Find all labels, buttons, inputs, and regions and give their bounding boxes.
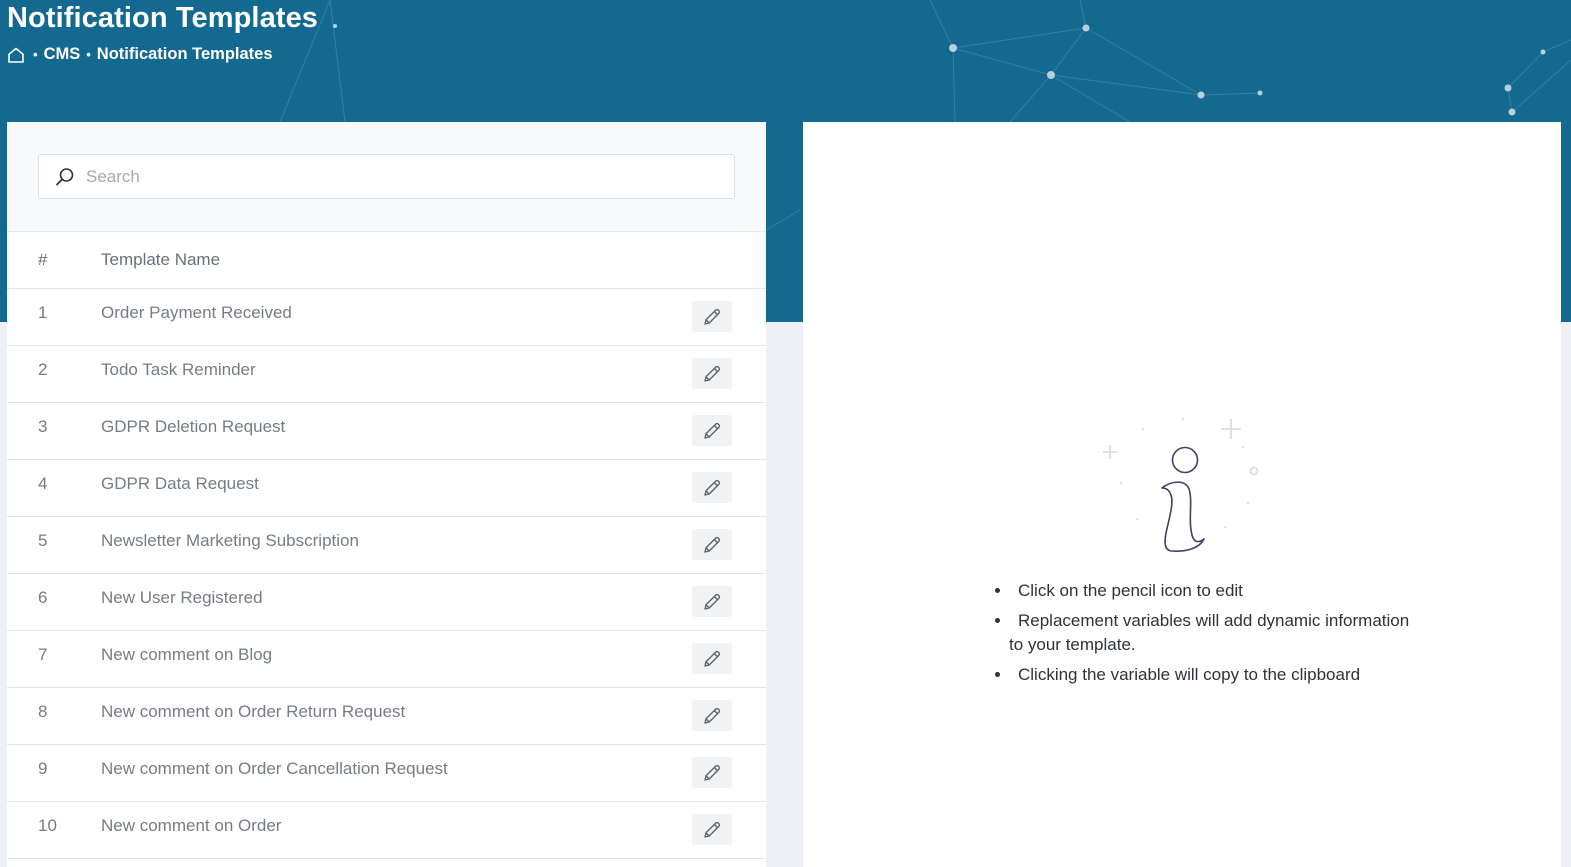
pencil-icon [702,649,722,669]
pencil-icon [702,763,722,783]
row-number: 6 [38,588,48,607]
search-input[interactable] [86,166,706,187]
row-number: 1 [38,303,48,322]
breadcrumb-item-notification-templates: Notification Templates [96,45,273,63]
table-row: 3 GDPR Deletion Request [7,403,766,460]
row-number: 3 [38,417,48,436]
row-number: 2 [38,360,48,379]
breadcrumb-separator: • [86,47,91,62]
table-row: 6 New User Registered [7,574,766,631]
search-area [7,122,766,232]
row-number: 4 [38,474,48,493]
search-icon [54,166,76,188]
template-name: New comment on Order Cancellation Reques… [101,759,448,778]
column-header-number: # [38,250,48,269]
table-row: 4 GDPR Data Request [7,460,766,517]
instructions-list: Click on the pencil icon to edit Replace… [995,579,1415,693]
template-name: New User Registered [101,588,263,607]
edit-template-button[interactable] [692,301,732,332]
pencil-icon [702,592,722,612]
breadcrumb: • CMS • Notification Templates [7,45,273,64]
table-row: 5 Newsletter Marketing Subscription [7,517,766,574]
edit-template-button[interactable] [692,529,732,560]
table-row: 8 New comment on Order Return Request [7,688,766,745]
instruction-item: Clicking the variable will copy to the c… [995,663,1415,687]
table-row: 7 New comment on Blog [7,631,766,688]
row-number: 8 [38,702,48,721]
template-name: New comment on Order [101,816,282,835]
pencil-icon [702,820,722,840]
pencil-icon [702,364,722,384]
breadcrumb-separator: • [33,47,38,62]
edit-template-button[interactable] [692,586,732,617]
row-number: 5 [38,531,48,550]
template-name: GDPR Data Request [101,474,259,493]
pencil-icon [702,706,722,726]
table-row: 10 New comment on Order [7,802,766,859]
template-name: GDPR Deletion Request [101,417,286,436]
row-number: 10 [38,816,57,835]
pencil-icon [702,421,722,441]
pencil-icon [702,307,722,327]
edit-template-button[interactable] [692,358,732,389]
template-name: New comment on Order Return Request [101,702,406,721]
templates-list-card: # Template Name 1 Order Payment Received 2… [7,122,766,867]
edit-template-button[interactable] [692,757,732,788]
table-row: 9 New comment on Order Cancellation Reque… [7,745,766,802]
template-name: Newsletter Marketing Subscription [101,531,359,550]
edit-template-button[interactable] [692,814,732,845]
table-row: 2 Todo Task Reminder [7,346,766,403]
table-row: 1 Order Payment Received [7,289,766,346]
edit-template-button[interactable] [692,700,732,731]
column-header-template-name: Template Name [101,250,221,269]
page-title: Notification Templates [7,2,319,34]
table-header: # Template Name [7,232,766,289]
templates-table-body: 1 Order Payment Received 2 Todo Task Remind… [7,289,766,859]
instruction-item: Click on the pencil icon to edit [995,579,1415,603]
template-name: New comment on Blog [101,645,273,664]
template-name: Order Payment Received [101,303,292,322]
breadcrumb-item-cms[interactable]: CMS [44,45,81,64]
edit-template-button[interactable] [692,472,732,503]
template-info-panel: Click on the pencil icon to edit Replace… [803,122,1561,867]
pencil-icon [702,535,722,555]
template-name: Todo Task Reminder [101,360,256,379]
pencil-icon [702,478,722,498]
edit-template-button[interactable] [692,643,732,674]
edit-template-button[interactable] [692,415,732,446]
row-number: 7 [38,645,48,664]
search-box[interactable] [38,154,735,199]
row-number: 9 [38,759,48,778]
home-icon[interactable] [7,46,25,64]
instruction-item: Replacement variables will add dynamic i… [995,609,1415,657]
info-icon [1103,417,1259,552]
